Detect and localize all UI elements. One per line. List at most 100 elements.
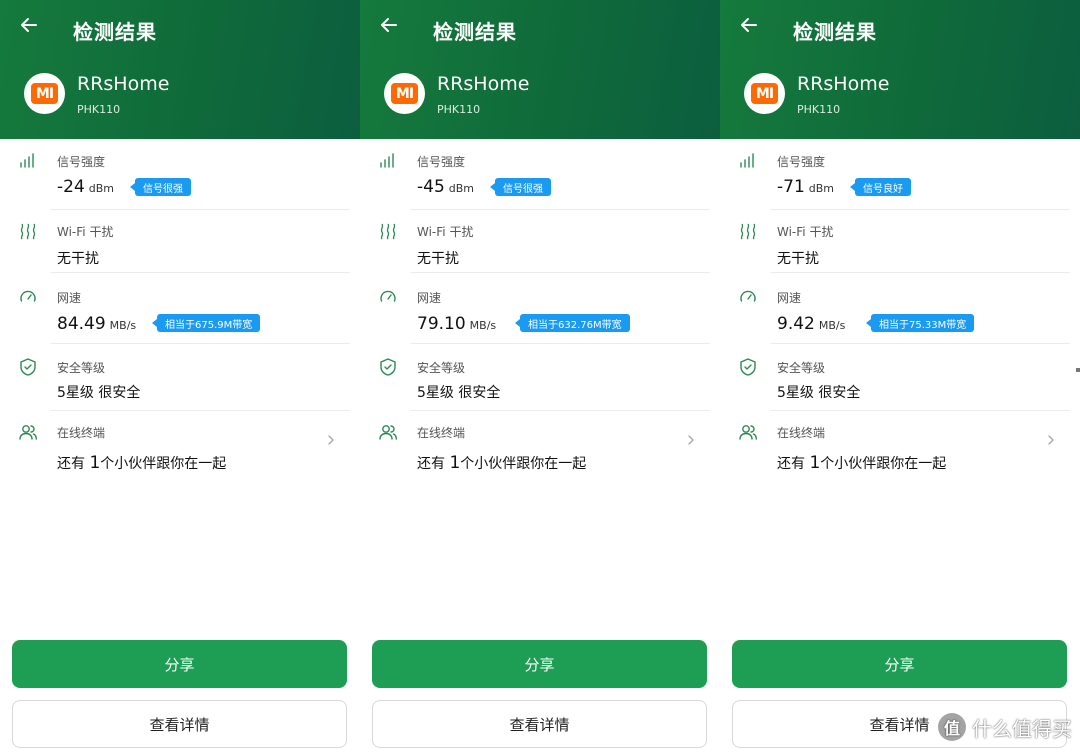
row-online[interactable]: 在线终端还有 1个小伙伴跟你在一起 <box>720 420 1080 480</box>
wifi-label: Wi-Fi 干扰 <box>57 225 114 239</box>
shield-check-icon <box>738 357 758 377</box>
watermark-logo: 值 <box>938 713 966 741</box>
row-divider <box>771 209 1070 210</box>
speedometer-icon <box>378 287 398 307</box>
device-logo: MI <box>24 73 65 114</box>
online-label: 在线终端 <box>777 426 826 440</box>
online-suffix: 个小伙伴跟你在一起 <box>820 456 947 472</box>
mi-logo-mark: MI <box>751 83 778 104</box>
shield-check-icon <box>378 357 398 377</box>
security-value: 5星级 很安全 <box>417 385 501 401</box>
speed-unit: MB/s <box>818 319 846 332</box>
speed-badge: 相当于675.9M带宽 <box>151 314 261 332</box>
back-button[interactable] <box>736 14 762 40</box>
signal-label: 信号强度 <box>57 155 106 169</box>
chevron-right-icon <box>326 432 336 446</box>
result-screen-2: 检测结果 MI RRsHome PHK110 信号强度 -45 dBm 信号很强 Wi-Fi 干… <box>360 0 720 754</box>
signal-value: -45 dBm <box>417 177 474 197</box>
security-value: 5星级 很安全 <box>57 385 141 401</box>
row-signal: 信号强度 -24 dBm 信号很强 <box>0 148 360 214</box>
interference-waves-icon <box>378 221 398 241</box>
signal-unit: dBm <box>88 182 115 195</box>
online-suffix: 个小伙伴跟你在一起 <box>100 456 227 472</box>
mi-logo-mark: MI <box>391 83 418 104</box>
interference-waves-icon <box>18 221 38 241</box>
online-value: 还有 1个小伙伴跟你在一起 <box>777 453 946 473</box>
signal-bars-icon <box>378 151 398 171</box>
view-details-button[interactable]: 查看详情 <box>372 700 707 748</box>
row-speed: 网速 79.10 MB/s 相当于632.76M带宽 <box>360 284 720 350</box>
device-model: PHK110 <box>797 103 841 116</box>
online-prefix: 还有 <box>417 456 450 472</box>
signal-unit: dBm <box>448 182 475 195</box>
device-model: PHK110 <box>77 103 121 116</box>
signal-badge: 信号很强 <box>490 178 551 196</box>
share-button[interactable]: 分享 <box>372 640 707 688</box>
row-online[interactable]: 在线终端 还有 1个小伙伴跟你在一起 <box>0 420 360 480</box>
speed-badge: 相当于75.33M带宽 <box>865 314 975 332</box>
back-button[interactable] <box>376 14 402 40</box>
chevron-right-icon <box>1046 432 1056 446</box>
row-divider <box>51 343 350 344</box>
wifi-value: 无干扰 <box>777 251 819 267</box>
signal-number: -71 <box>777 177 805 197</box>
share-button[interactable]: 分享 <box>732 640 1067 688</box>
speed-number: 9.42 <box>777 314 815 334</box>
watermark: 值 什么值得买 <box>938 712 1072 742</box>
speed-badge: 相当于632.76M带宽 <box>515 314 630 332</box>
speed-value: 79.10 MB/s <box>417 314 496 334</box>
signal-bars-icon <box>18 151 38 171</box>
device-model: PHK110 <box>437 103 481 116</box>
speed-unit: MB/s <box>109 319 137 332</box>
row-signal: 信号强度 -71 dBm 信号良好 <box>720 148 1080 214</box>
speed-label: 网速 <box>57 291 82 305</box>
signal-badge: 信号良好 <box>850 178 911 196</box>
arrow-left-icon <box>739 15 759 39</box>
header: 检测结果 MI RRsHome PHK110 <box>360 0 720 139</box>
speed-unit: MB/s <box>469 319 497 332</box>
device-name: RRsHome <box>437 73 530 95</box>
speed-label: 网速 <box>417 291 442 305</box>
users-icon <box>738 422 758 442</box>
device-name: RRsHome <box>77 73 170 95</box>
back-button[interactable] <box>16 14 42 40</box>
watermark-text: 什么值得买 <box>972 716 1072 741</box>
wifi-value: 无干扰 <box>417 251 459 267</box>
row-online[interactable]: 在线终端 还有 1个小伙伴跟你在一起 <box>360 420 720 480</box>
row-security: 安全等级 5星级 很安全 <box>0 354 360 420</box>
row-wifi: Wi-Fi 干扰 无干扰 <box>360 218 720 284</box>
users-icon <box>378 422 398 442</box>
share-button[interactable]: 分享 <box>12 640 347 688</box>
online-value: 还有 1个小伙伴跟你在一起 <box>57 453 226 473</box>
view-details-button[interactable]: 查看详情 <box>12 700 347 748</box>
page-title: 检测结果 <box>433 20 517 44</box>
speed-number: 84.49 <box>57 314 106 334</box>
signal-unit: dBm <box>808 182 835 195</box>
row-divider <box>51 209 350 210</box>
row-divider <box>411 343 710 344</box>
row-security: 安全等级 5星级 很安全 <box>720 354 1080 420</box>
interference-waves-icon <box>738 221 758 241</box>
online-prefix: 还有 <box>777 456 810 472</box>
result-screen-1: 检测结果 MI RRsHome PHK110 信号强度 -24 dBm 信号很强 Wi-Fi 干… <box>0 0 360 754</box>
mi-logo-mark: MI <box>31 83 58 104</box>
online-count: 1 <box>449 453 461 473</box>
arrow-left-icon <box>379 15 399 39</box>
row-divider <box>51 410 350 411</box>
signal-label: 信号强度 <box>417 155 466 169</box>
speedometer-icon <box>738 287 758 307</box>
row-divider <box>771 272 1070 273</box>
security-label: 安全等级 <box>777 361 826 375</box>
arrow-left-icon <box>19 15 39 39</box>
online-value: 还有 1个小伙伴跟你在一起 <box>417 453 586 473</box>
shield-check-icon <box>18 357 38 377</box>
speed-label: 网速 <box>777 291 802 305</box>
speed-value: 9.42 MB/s <box>777 314 845 334</box>
row-divider <box>411 410 710 411</box>
chevron-right-icon <box>686 432 696 446</box>
row-signal: 信号强度 -45 dBm 信号很强 <box>360 148 720 214</box>
security-value: 5星级 很安全 <box>777 385 861 401</box>
online-suffix: 个小伙伴跟你在一起 <box>460 456 587 472</box>
signal-label: 信号强度 <box>777 155 826 169</box>
users-icon <box>18 422 38 442</box>
